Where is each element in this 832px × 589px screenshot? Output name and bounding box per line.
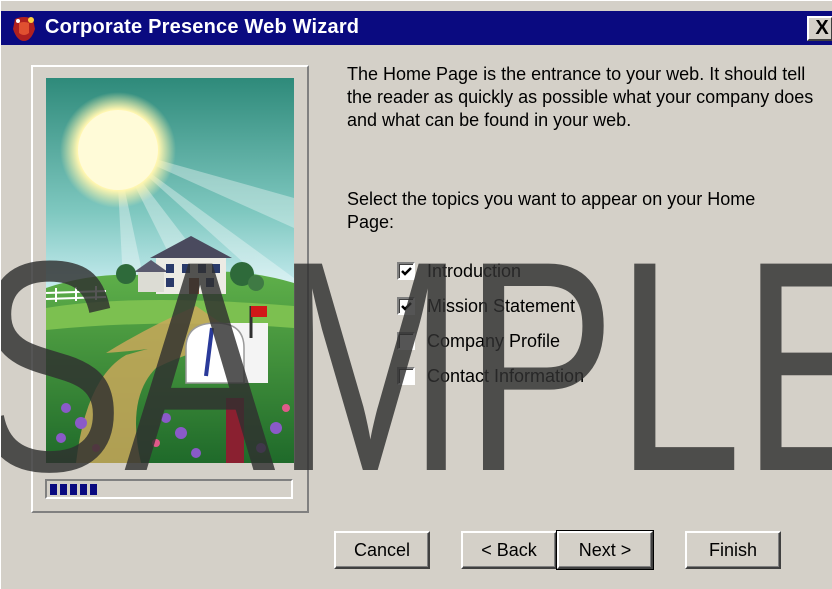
progress-fill — [50, 484, 97, 495]
check-icon — [401, 267, 412, 276]
topic-label: Mission Statement — [427, 295, 576, 316]
check-icon — [401, 302, 412, 311]
window-title: Corporate Presence Web Wizard — [45, 16, 360, 38]
progress-block — [90, 484, 97, 495]
topic-label: Company Profile — [427, 330, 561, 351]
back-button[interactable]: < Back — [461, 531, 557, 569]
wizard-window: Corporate Presence Web Wizard X The Home… — [0, 0, 832, 589]
checkbox-introduction[interactable] — [397, 262, 415, 280]
checkbox-mission-statement[interactable] — [397, 297, 415, 315]
title-bar[interactable]: Corporate Presence Web Wizard X — [1, 11, 832, 45]
close-button[interactable]: X — [807, 16, 832, 41]
finish-button[interactable]: Finish — [685, 531, 781, 569]
progress-block — [50, 484, 57, 495]
progress-block — [70, 484, 77, 495]
progress-block — [60, 484, 67, 495]
topic-label: Contact Information — [427, 365, 585, 386]
topics-prompt: Select the topics you want to appear on … — [347, 189, 756, 232]
topic-introduction[interactable]: Introduction — [397, 259, 521, 283]
next-button[interactable]: Next > — [556, 530, 654, 570]
wizard-progress-bar — [45, 479, 293, 499]
home-page-description: The Home Page is the entrance to your we… — [347, 64, 814, 130]
wizard-app-icon — [13, 17, 35, 41]
checkbox-company-profile[interactable] — [397, 332, 415, 350]
checkbox-contact-information[interactable] — [397, 367, 415, 385]
topic-company-profile[interactable]: Company Profile — [397, 329, 560, 353]
topic-label: Introduction — [427, 260, 522, 281]
progress-block — [80, 484, 87, 495]
cancel-button[interactable]: Cancel — [334, 531, 430, 569]
topic-mission-statement[interactable]: Mission Statement — [397, 294, 575, 318]
topic-contact-information[interactable]: Contact Information — [397, 364, 584, 388]
home-mailbox-illustration — [46, 78, 294, 463]
wizard-image-panel — [31, 65, 309, 513]
